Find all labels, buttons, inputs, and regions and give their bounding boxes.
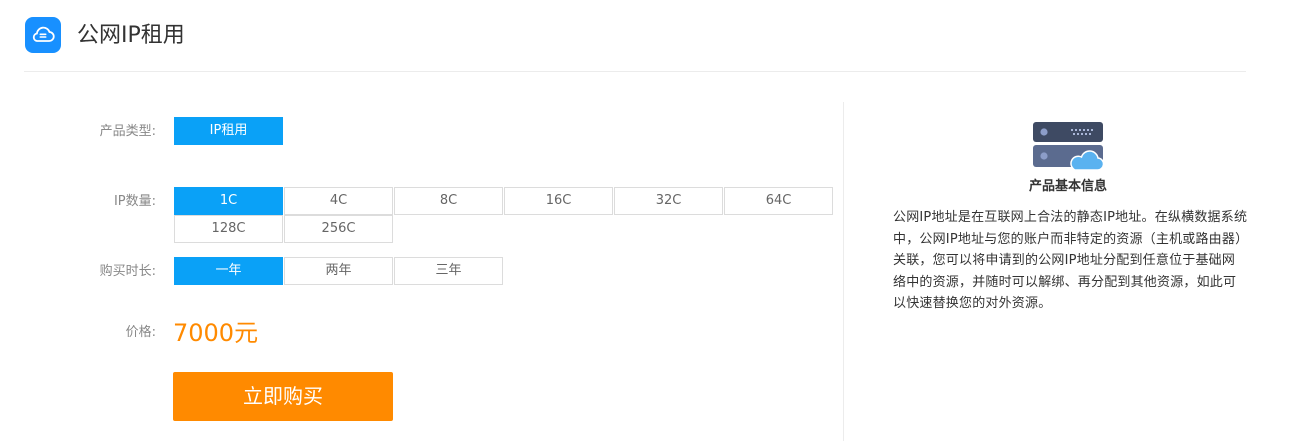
ip-count-option-8c[interactable]: 8C <box>394 187 503 215</box>
server-cloud-icon <box>1031 120 1105 176</box>
page-title: 公网IP租用 <box>77 23 185 48</box>
duration-option-2-years[interactable]: 两年 <box>284 257 393 285</box>
product-type-label: 产品类型: <box>99 124 156 139</box>
product-type-option-ip-rental[interactable]: IP租用 <box>174 117 283 145</box>
ip-count-option-16c[interactable]: 16C <box>504 187 613 215</box>
ip-count-option-32c[interactable]: 32C <box>614 187 723 215</box>
info-title: 产品基本信息 <box>1028 179 1107 194</box>
duration-label: 购买时长: <box>99 264 156 279</box>
price-label: 价格: <box>125 325 156 340</box>
ip-count-option-4c[interactable]: 4C <box>284 187 393 215</box>
ip-count-option-64c[interactable]: 64C <box>724 187 833 215</box>
price-value: 7000元 <box>173 319 259 347</box>
page-header: 公网IP租用 <box>24 16 1246 72</box>
ip-count-option-256c[interactable]: 256C <box>284 215 393 243</box>
duration-option-3-years[interactable]: 三年 <box>394 257 503 285</box>
vertical-divider <box>843 102 844 441</box>
ip-count-option-1c[interactable]: 1C <box>174 187 283 215</box>
buy-now-button[interactable]: 立即购买 <box>173 372 393 421</box>
ip-count-option-128c[interactable]: 128C <box>174 215 283 243</box>
ip-count-label: IP数量: <box>113 194 156 209</box>
duration-option-1-year[interactable]: 一年 <box>174 257 283 285</box>
info-description: 公网IP地址是在互联网上合法的静态IP地址。在纵横数据系统中，公网IP地址与您的… <box>893 210 1248 311</box>
cloud-storage-icon <box>25 17 61 53</box>
